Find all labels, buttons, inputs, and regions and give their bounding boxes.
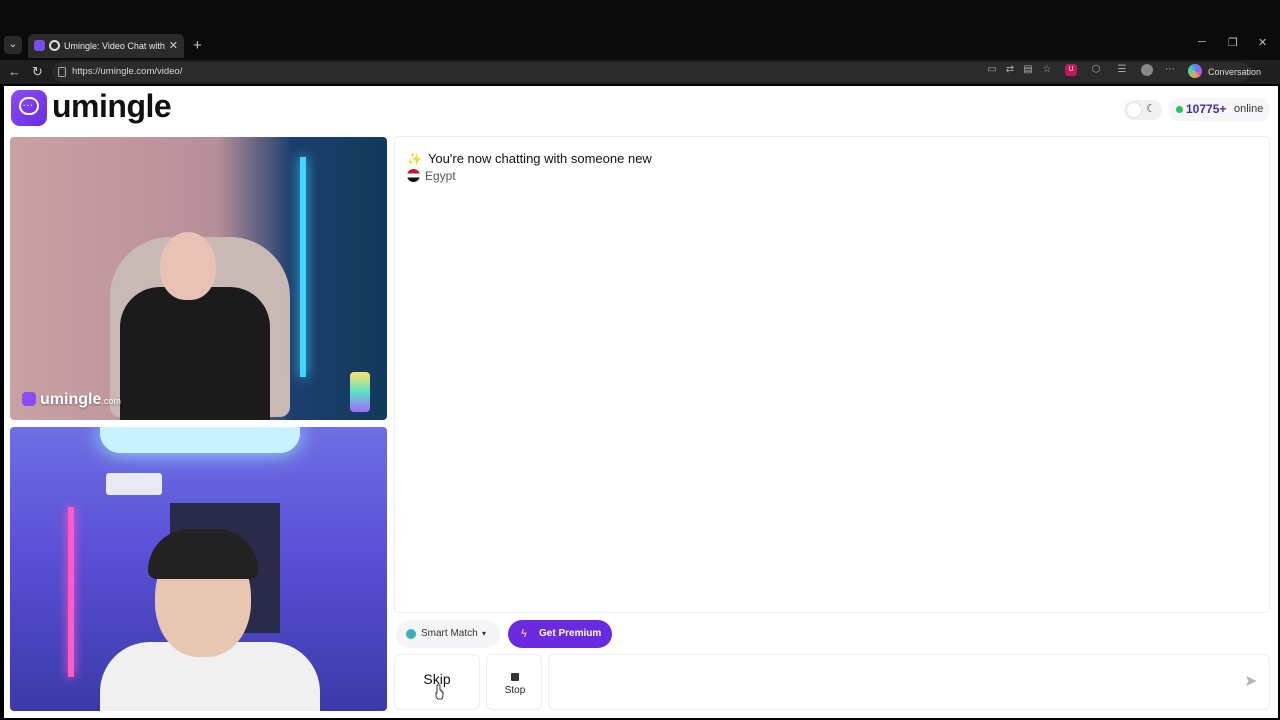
tab-title: Umingle: Video Chat with Strangers xyxy=(64,41,168,51)
browser-tab[interactable]: Umingle: Video Chat with Strangers ✕ xyxy=(28,34,184,58)
stop-square-icon xyxy=(511,673,519,681)
globe-icon xyxy=(406,629,416,639)
bolt-icon: ϟ xyxy=(521,628,527,640)
sparkle-icon: ✨ xyxy=(407,152,422,166)
extension-shield-icon[interactable]: U xyxy=(1065,64,1077,76)
address-bar-row: ← ↻ https://umingle.com/video/ ▭ ⇄ ▤ ☆ U… xyxy=(0,60,1280,84)
online-count: 10775+ xyxy=(1186,102,1227,116)
get-premium-button[interactable]: ϟ Get Premium xyxy=(508,620,612,648)
umingle-page: ··· umingle ☾ 10775+ online umingle.com … xyxy=(4,86,1278,718)
chat-notice: ✨ You're now chatting with someone new xyxy=(407,151,652,166)
restore-icon[interactable]: ❐ xyxy=(1228,36,1238,49)
stranger-country: Egypt xyxy=(407,169,456,183)
online-counter: 10775+ online xyxy=(1168,98,1270,122)
watermark-logo-icon xyxy=(22,392,36,406)
chat-panel: ✨ You're now chatting with someone new Eg… xyxy=(394,136,1270,613)
camera-icon[interactable]: ▭ xyxy=(986,64,998,76)
new-tab-button[interactable]: + xyxy=(193,34,202,58)
tab-recording-icon xyxy=(49,40,60,51)
egypt-flag-icon xyxy=(407,169,420,182)
tab-strip: ⌄ Umingle: Video Chat with Strangers ✕ + xyxy=(0,34,1280,58)
smart-match-dropdown[interactable]: Smart Match ▾ xyxy=(396,620,500,648)
logo-text[interactable]: umingle xyxy=(52,88,172,125)
skip-button[interactable]: Skip xyxy=(394,654,480,710)
site-info-icon[interactable] xyxy=(58,67,66,77)
send-icon[interactable]: ➤ xyxy=(1244,671,1257,691)
translate-icon[interactable]: ⇄ xyxy=(1004,64,1016,76)
favorites-icon[interactable]: ☰ xyxy=(1116,64,1128,76)
minimize-icon[interactable]: ─ xyxy=(1198,36,1206,48)
moon-icon: ☾ xyxy=(1146,103,1156,115)
window-close-icon[interactable]: ✕ xyxy=(1258,36,1267,49)
stranger-video: umingle.com xyxy=(10,137,387,420)
favorite-star-icon[interactable]: ☆ xyxy=(1041,64,1053,76)
reload-icon[interactable]: ↻ xyxy=(32,60,43,84)
self-video xyxy=(10,427,387,711)
profile-avatar-icon[interactable] xyxy=(1141,64,1153,76)
tab-favicon-icon xyxy=(34,40,45,51)
copilot-icon[interactable] xyxy=(1188,64,1202,78)
stop-button[interactable]: Stop xyxy=(486,654,542,710)
more-menu-icon[interactable]: ⋯ xyxy=(1164,64,1176,76)
conversation-button[interactable]: Conversation xyxy=(1208,60,1261,84)
online-status-dot xyxy=(1176,106,1183,113)
message-input[interactable] xyxy=(548,654,1270,710)
extensions-icon[interactable]: ⬡ xyxy=(1090,64,1102,76)
logo-chat-icon[interactable]: ··· xyxy=(11,90,47,126)
url-text: https://umingle.com/video/ xyxy=(72,66,183,77)
video-watermark: umingle.com xyxy=(22,391,121,409)
theme-toggle[interactable]: ☾ xyxy=(1124,100,1162,120)
online-label: online xyxy=(1234,103,1264,115)
hand-cursor-icon xyxy=(435,684,444,700)
chevron-down-icon: ▾ xyxy=(482,629,487,638)
toggle-knob xyxy=(1127,103,1141,117)
reader-icon[interactable]: ▤ xyxy=(1022,64,1034,76)
back-icon[interactable]: ← xyxy=(8,60,21,84)
tab-close-icon[interactable]: ✕ xyxy=(169,34,178,58)
tab-list-icon[interactable]: ⌄ xyxy=(4,36,22,54)
